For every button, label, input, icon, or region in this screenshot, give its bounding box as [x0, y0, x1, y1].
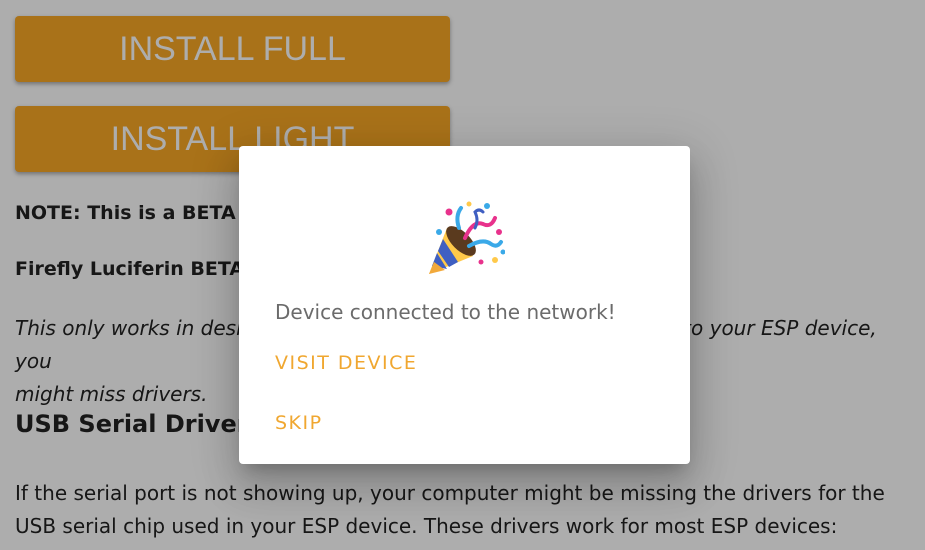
connection-message: Device connected to the network! — [275, 300, 616, 324]
party-popper-icon — [429, 201, 505, 274]
visit-device-button[interactable]: VISIT DEVICE — [275, 352, 417, 374]
skip-button[interactable]: SKIP — [275, 412, 323, 434]
connection-dialog: Device connected to the network! VISIT D… — [239, 146, 690, 464]
